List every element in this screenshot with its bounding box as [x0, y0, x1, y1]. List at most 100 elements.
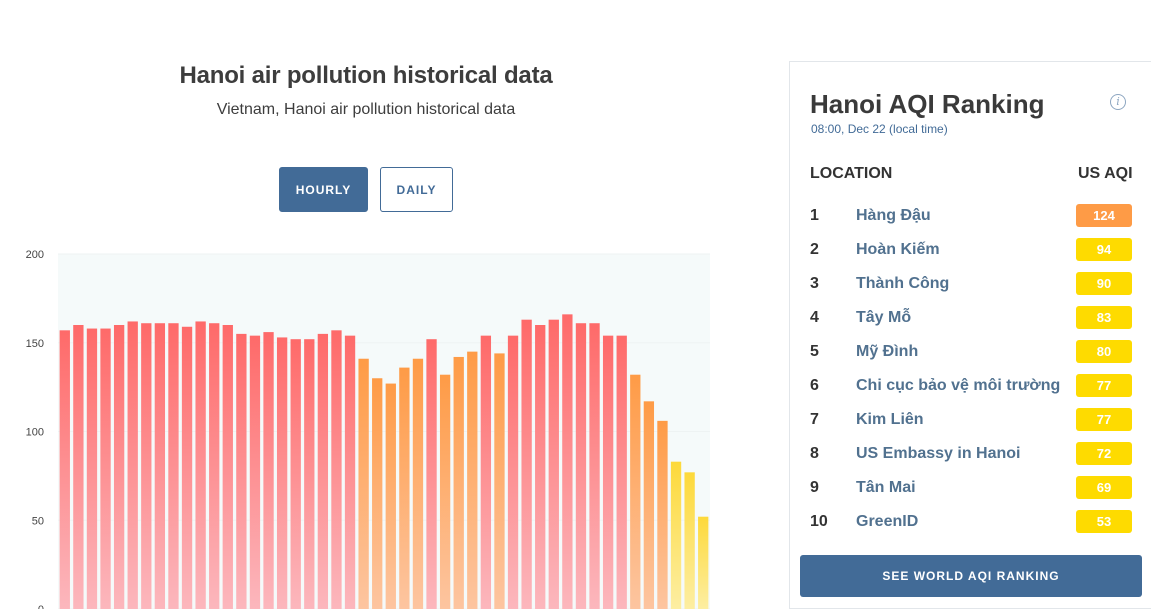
aqi-bar[interactable] — [575, 323, 587, 609]
aqi-bar[interactable] — [548, 319, 559, 609]
ranking-row: 1 Hàng Đậu 124 — [810, 204, 1132, 238]
aqi-bar[interactable] — [236, 333, 247, 609]
aqi-bar[interactable] — [684, 472, 695, 609]
location-link[interactable]: Mỹ Đình — [856, 340, 918, 364]
aqi-bar[interactable] — [494, 353, 505, 609]
aqi-bar[interactable] — [263, 332, 274, 609]
location-link[interactable]: Chi cục bảo vệ môi trường — [856, 374, 1060, 398]
aqi-bar[interactable] — [439, 374, 451, 609]
ranking-card: Hanoi AQI Ranking i 08:00, Dec 22 (local… — [789, 61, 1151, 609]
aqi-bar[interactable] — [412, 358, 424, 609]
aqi-bar[interactable] — [317, 333, 329, 609]
aqi-badge: 53 — [1076, 510, 1132, 533]
aqi-bar[interactable] — [426, 339, 437, 609]
aqi-bar[interactable] — [249, 335, 261, 609]
aqi-bar[interactable] — [276, 337, 288, 609]
location-link[interactable]: Hoàn Kiếm — [856, 238, 940, 262]
aqi-bar[interactable] — [86, 328, 98, 609]
aqi-bar[interactable] — [657, 420, 668, 609]
aqi-bar[interactable] — [453, 356, 464, 609]
aqi-bar[interactable] — [535, 325, 546, 609]
aqi-bar[interactable] — [290, 339, 301, 609]
aqi-bar[interactable] — [331, 330, 342, 609]
aqi-bar[interactable] — [698, 516, 709, 609]
rank-number: 7 — [810, 411, 819, 428]
location-link[interactable]: US Embassy in Hanoi — [856, 442, 1021, 466]
aqi-bar[interactable] — [467, 351, 478, 609]
aqi-bar[interactable] — [209, 323, 220, 609]
see-world-aqi-ranking-button[interactable]: SEE WORLD AQI RANKING — [800, 555, 1142, 597]
aqi-bar[interactable] — [602, 335, 614, 609]
aqi-bar[interactable] — [113, 325, 125, 609]
location-link[interactable]: GreenID — [856, 510, 918, 534]
aqi-bar[interactable] — [168, 323, 179, 609]
aqi-bar[interactable] — [195, 321, 206, 609]
aqi-badge: 124 — [1076, 204, 1132, 227]
tab-daily[interactable]: DAILY — [380, 167, 453, 212]
page: Hanoi air pollution historical data Viet… — [0, 0, 1151, 609]
ranking-row: 9 Tân Mai 69 — [810, 476, 1132, 510]
aqi-bar[interactable] — [100, 328, 111, 609]
y-tick-label: 150 — [26, 338, 44, 350]
rank-number: 9 — [810, 479, 819, 496]
history-subtitle: Vietnam, Hanoi air pollution historical … — [216, 101, 516, 118]
aqi-bar[interactable] — [385, 383, 396, 609]
history-title: Hanoi air pollution historical data — [179, 62, 553, 89]
aqi-bar[interactable] — [141, 323, 152, 609]
aqi-badge: 80 — [1076, 340, 1132, 363]
aqi-bar[interactable] — [521, 319, 532, 609]
y-tick-label: 50 — [32, 515, 44, 527]
location-link[interactable]: Thành Công — [856, 272, 949, 296]
aqi-bar[interactable] — [399, 367, 410, 609]
ranking-row: 3 Thành Công 90 — [810, 272, 1132, 306]
aqi-bar[interactable] — [304, 339, 315, 609]
rank-number: 2 — [810, 241, 819, 258]
ranking-time: 08:00, Dec 22 (local time) — [811, 122, 948, 136]
rank-number: 5 — [810, 343, 819, 360]
aqi-bar[interactable] — [73, 325, 84, 609]
aqi-bar[interactable] — [480, 335, 492, 609]
rank-number: 3 — [810, 275, 819, 292]
ranking-row: 5 Mỹ Đình 80 — [810, 340, 1132, 374]
aqi-bar[interactable] — [127, 321, 138, 609]
aqi-bar-chart: 0 50 100 150 200 — [26, 249, 710, 609]
y-tick-label: 100 — [26, 427, 44, 439]
rank-number: 8 — [810, 445, 819, 462]
ranking-row: 6 Chi cục bảo vệ môi trường 77 — [810, 374, 1132, 408]
location-link[interactable]: Tây Mỗ — [856, 306, 911, 330]
aqi-bar[interactable] — [222, 325, 233, 609]
location-link[interactable]: Kim Liên — [856, 408, 924, 432]
aqi-bar[interactable] — [589, 323, 600, 609]
y-tick-label: 0 — [38, 604, 44, 609]
aqi-bar[interactable] — [643, 401, 655, 609]
aqi-badge: 77 — [1076, 374, 1132, 397]
aqi-bar[interactable] — [507, 335, 519, 609]
aqi-bar[interactable] — [344, 335, 356, 609]
aqi-bar[interactable] — [59, 330, 70, 609]
aqi-badge: 69 — [1076, 476, 1132, 499]
ranking-row: 2 Hoàn Kiếm 94 — [810, 238, 1132, 272]
location-link[interactable]: Tân Mai — [856, 476, 916, 500]
aqi-badge: 90 — [1076, 272, 1132, 295]
aqi-bar[interactable] — [630, 374, 641, 609]
aqi-bar[interactable] — [358, 358, 369, 609]
tab-hourly[interactable]: HOURLY — [279, 167, 368, 212]
aqi-bar[interactable] — [616, 335, 627, 609]
info-icon[interactable]: i — [1110, 94, 1126, 110]
aqi-bar[interactable] — [670, 461, 682, 609]
rank-number: 1 — [810, 207, 819, 224]
rank-number: 6 — [810, 377, 819, 394]
aqi-bar[interactable] — [181, 326, 193, 609]
y-tick-label: 200 — [26, 249, 44, 261]
column-header-location: LOCATION — [810, 165, 893, 182]
aqi-bar[interactable] — [372, 378, 383, 609]
aqi-bar[interactable] — [562, 314, 573, 609]
aqi-badge: 72 — [1076, 442, 1132, 465]
aqi-bar[interactable] — [154, 323, 166, 609]
aqi-badge: 77 — [1076, 408, 1132, 431]
location-link[interactable]: Hàng Đậu — [856, 204, 931, 228]
aqi-badge: 83 — [1076, 306, 1132, 329]
column-header-us-aqi: US AQI — [1078, 165, 1133, 182]
ranking-row: 10 GreenID 53 — [810, 510, 1132, 544]
ranking-row: 7 Kim Liên 77 — [810, 408, 1132, 442]
